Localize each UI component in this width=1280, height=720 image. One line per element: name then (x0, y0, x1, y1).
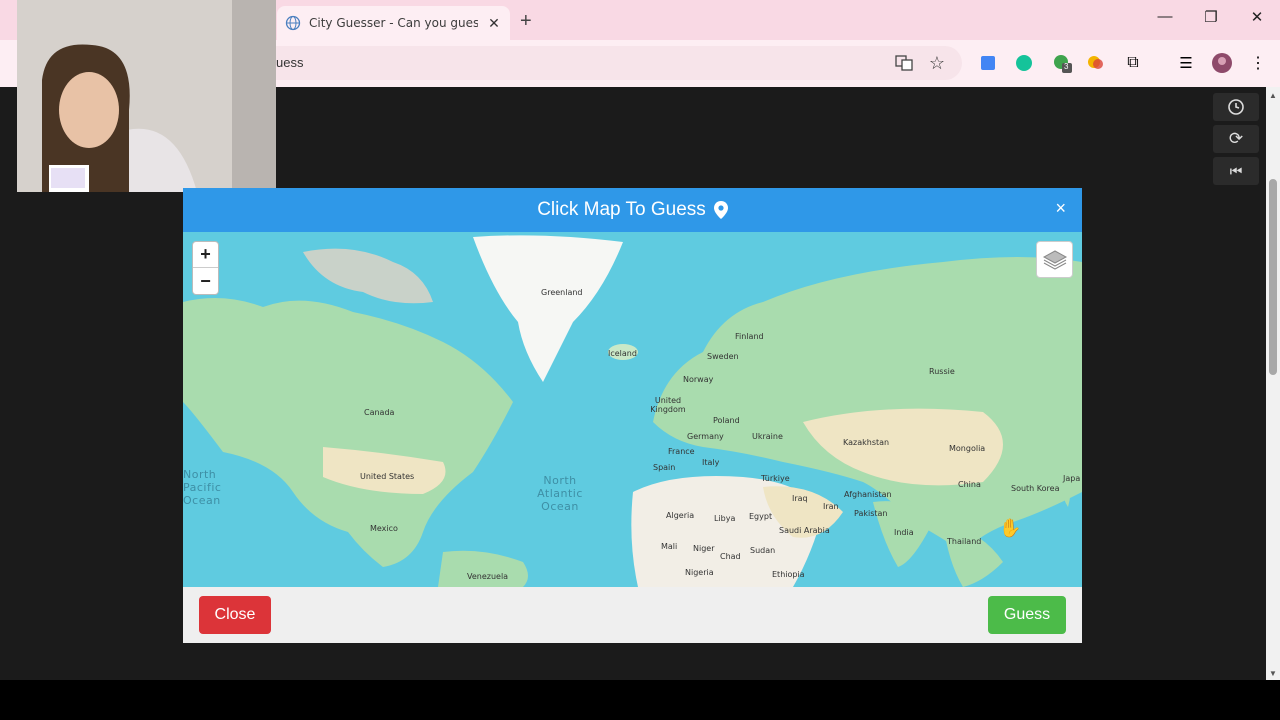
modal-title: Click Map To Guess (537, 199, 706, 220)
map-label: Algeria (666, 511, 695, 520)
zoom-out-button[interactable]: − (193, 268, 218, 294)
tab-city-guesser[interactable]: City Guesser - Can you guess w ✕ (277, 6, 510, 40)
map-label: Ethiopia (772, 570, 805, 579)
ocean-label: North Pacific Ocean (183, 468, 222, 507)
address-bar[interactable]: uess ☆ (200, 46, 962, 80)
hand-cursor-icon: ✋ (999, 518, 1022, 538)
zoom-in-button[interactable]: + (193, 242, 218, 268)
map-label: Thailand (947, 537, 982, 546)
map-label: Italy (702, 458, 720, 467)
map-label: Ukraine (752, 432, 783, 441)
guess-modal: Click Map To Guess × + − North Pacific O… (183, 188, 1082, 643)
map-label: Niger (693, 544, 715, 553)
map-label: Chad (720, 552, 741, 561)
new-tab-icon[interactable]: + (520, 10, 532, 33)
map-label: Japa (1063, 474, 1081, 483)
layers-button[interactable] (1036, 241, 1073, 278)
extensions-puzzle-icon[interactable]: ⧉ (1123, 53, 1143, 73)
map-label: Iceland (608, 349, 637, 358)
minimize-icon[interactable]: — (1142, 8, 1188, 25)
tab-close-icon[interactable]: ✕ (486, 15, 502, 32)
map-label: France (668, 447, 695, 456)
tab-title: City Guesser - Can you guess w (309, 16, 478, 30)
modal-header: Click Map To Guess × (183, 188, 1082, 232)
map-label: Canada (364, 408, 395, 417)
url-text: uess (276, 55, 304, 70)
map-label: Iraq (792, 494, 808, 503)
map-label: Türkiye (761, 474, 790, 483)
map-label: Afghanistan (844, 490, 892, 499)
globe-icon (285, 15, 301, 31)
map-land (183, 235, 1082, 587)
map-label: Greenland (541, 288, 583, 297)
map-pin-icon (713, 201, 728, 219)
map-label: Norway (683, 375, 714, 384)
map-label: Spain (653, 463, 676, 472)
map-label: Nigeria (685, 568, 714, 577)
world-map[interactable]: + − North Pacific Ocean North Atlantic O… (183, 232, 1082, 587)
zoom-control: + − (192, 241, 219, 295)
map-label: Pakistan (854, 509, 888, 518)
map-label: United States (360, 472, 415, 481)
map-label: Saudi Arabia (779, 526, 830, 535)
profile-avatar[interactable] (1212, 53, 1232, 73)
refresh-icon[interactable]: ⟳ (1213, 125, 1259, 153)
clock-icon[interactable] (1213, 93, 1259, 121)
map-label: South Korea (1011, 484, 1060, 493)
map-label: Poland (713, 416, 740, 425)
window-close-icon[interactable]: ✕ (1234, 8, 1280, 26)
map-label: Finland (735, 332, 764, 341)
color-extension-icon[interactable] (1086, 53, 1106, 73)
map-label: Kazakhstan (843, 438, 890, 447)
restore-icon[interactable]: ❐ (1188, 8, 1234, 26)
bookmark-star-icon[interactable]: ☆ (927, 53, 947, 73)
map-label: India (894, 528, 914, 537)
map-label: Venezuela (467, 572, 509, 581)
scroll-down-icon[interactable]: ▼ (1269, 669, 1277, 678)
webcam-overlay (17, 0, 276, 192)
layers-icon (1042, 249, 1067, 270)
rewind-icon[interactable]: ⏮ (1213, 157, 1259, 185)
map-label: United Kingdom (650, 396, 686, 414)
map-label: Germany (687, 432, 724, 441)
modal-close-icon[interactable]: × (1055, 198, 1066, 219)
translate-icon[interactable] (894, 53, 914, 73)
map-label: Russie (929, 367, 955, 376)
map-label: Egypt (749, 512, 773, 521)
scrollbar-thumb[interactable] (1269, 179, 1277, 375)
map-label: Sweden (707, 352, 739, 361)
browser-menu-icon[interactable]: ⋮ (1248, 53, 1268, 73)
map-label: Mexico (370, 524, 398, 533)
map-label: Mongolia (949, 444, 986, 453)
guess-button[interactable]: Guess (988, 596, 1066, 634)
extension-badge-icon[interactable]: 3 (1052, 53, 1072, 73)
scroll-up-icon[interactable]: ▲ (1269, 91, 1277, 100)
map-label: Libya (714, 514, 736, 523)
media-controls-icon[interactable]: ☰ (1176, 53, 1196, 73)
google-translate-icon[interactable] (978, 53, 998, 73)
page-scrollbar[interactable]: ▲ ▼ (1266, 87, 1280, 680)
map-label: Iran (823, 502, 839, 511)
map-label: Sudan (750, 546, 776, 555)
map-label: Mali (661, 542, 678, 551)
extension-badge-count: 3 (1064, 62, 1069, 71)
close-button[interactable]: Close (199, 596, 271, 634)
ocean-label: North Atlantic Ocean (537, 474, 583, 513)
bottom-bar (0, 680, 1280, 720)
map-label: China (958, 480, 981, 489)
grammarly-icon[interactable] (1014, 53, 1034, 73)
